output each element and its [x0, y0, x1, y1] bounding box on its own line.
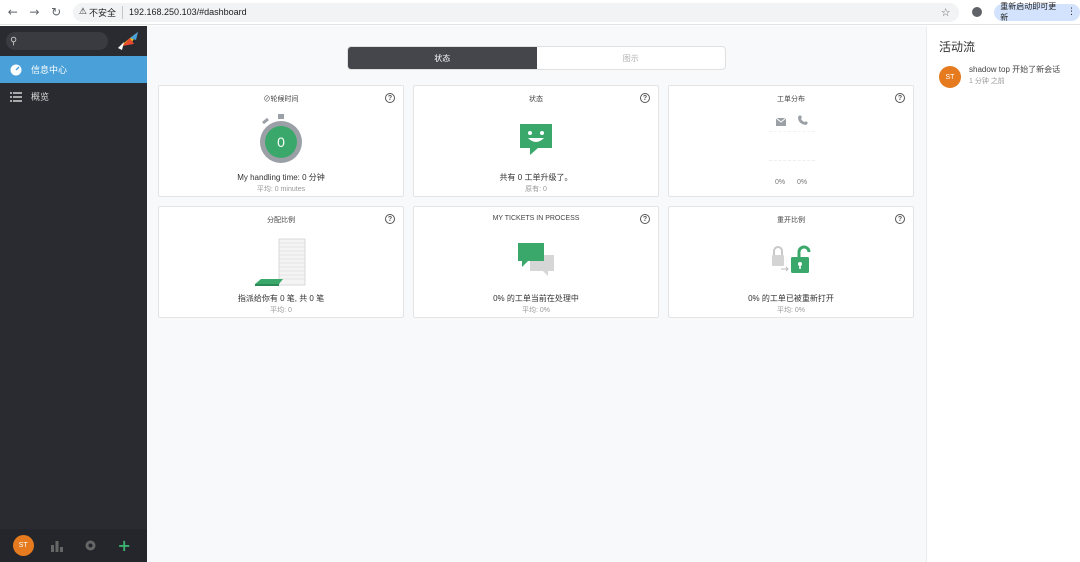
zammad-logo-icon[interactable]	[116, 30, 140, 52]
sidebar-item-overview[interactable]: 概览	[0, 83, 147, 110]
reports-icon[interactable]	[47, 536, 67, 556]
phone-percent: 0%	[797, 179, 808, 186]
help-icon[interactable]: ?	[385, 214, 395, 224]
relaunch-update-button[interactable]: 重新启动即可更新 ⋮	[994, 2, 1080, 22]
activity-text: shadow top 开始了新会话	[969, 65, 1061, 74]
gear-icon[interactable]	[81, 536, 101, 556]
card-title: 重开比例	[777, 217, 805, 224]
phone-icon	[798, 112, 808, 130]
unlock-icon	[669, 245, 913, 275]
more-menu-icon[interactable]: ⋮	[1067, 7, 1076, 17]
card-status: 状态 ? 共有 0 工单升级了。 原有: 0	[413, 85, 659, 197]
paper-stack-icon	[159, 237, 403, 287]
card-sub-text: 平均: 0	[270, 307, 292, 314]
relaunch-label: 重新启动即可更新	[1000, 2, 1057, 22]
help-icon[interactable]: ?	[895, 214, 905, 224]
card-ticket-distribution: 工单分布 ? 0% 0%	[668, 85, 914, 197]
sidebar-item-label: 概览	[31, 92, 50, 102]
dashboard-icon	[9, 63, 22, 76]
smiley-chat-icon	[414, 122, 658, 156]
list-icon	[9, 90, 22, 103]
address-bar[interactable]: ⚠ 不安全 192.168.250.103/#dashboard ☆	[72, 2, 959, 22]
url-text[interactable]: 192.168.250.103/#dashboard	[129, 7, 247, 17]
card-title: 工单分布	[777, 96, 805, 103]
activity-stream-title: 活动流	[939, 40, 976, 54]
help-icon[interactable]: ?	[895, 93, 905, 103]
tab-status[interactable]: 状态	[348, 47, 537, 69]
gauge-value: 0	[277, 134, 285, 150]
list-item[interactable]: ST shadow top 开始了新会话 1 分钟 之前	[939, 64, 1060, 88]
help-icon[interactable]: ?	[385, 93, 395, 103]
card-assignment-ratio: 分配比例 ? 指派给你有 0 笔, 共 0 笔 平均: 0	[158, 206, 404, 318]
forward-icon[interactable]: →	[24, 1, 46, 23]
browser-toolbar: ← → ↻ ⚠ 不安全 192.168.250.103/#dashboard ☆…	[0, 0, 1080, 25]
sidebar-item-dashboard[interactable]: 信息中心	[0, 56, 147, 83]
tab-chart[interactable]: 图示	[537, 47, 726, 69]
security-indicator[interactable]: ⚠ 不安全	[78, 5, 124, 19]
security-label: 不安全	[89, 7, 117, 18]
card-sub-text: 原有: 0	[525, 186, 547, 193]
card-reopen-ratio: 重开比例 ? 0% 的工单已被重新打开 平均: 0%	[668, 206, 914, 318]
card-sub-text: 平均: 0 minutes	[256, 186, 306, 193]
sidebar-footer: ST +	[0, 529, 147, 562]
help-icon[interactable]: ?	[640, 214, 650, 224]
card-title: 状态	[529, 96, 543, 103]
card-sub-text: 平均: 0%	[776, 307, 805, 314]
email-icon	[775, 113, 787, 131]
bookmark-star-icon[interactable]: ☆	[941, 6, 951, 19]
dashboard-tabs: 状态 图示	[347, 46, 726, 70]
dashboard-main: 状态 图示 ⊘轮候时间 ? 0 My handling time: 0 分钟 平…	[147, 26, 926, 562]
card-sub-text: 平均: 0%	[521, 307, 550, 314]
add-new-icon[interactable]: +	[114, 536, 134, 556]
card-my-tickets-in-process: MY TICKETS IN PROCESS ? 0% 的工单当前在处理中 平均:…	[413, 206, 659, 318]
search-icon: ⚲	[10, 35, 18, 47]
stopwatch-icon: 0	[159, 114, 403, 164]
activity-stream-panel: 活动流 ST shadow top 开始了新会话 1 分钟 之前	[926, 26, 1080, 562]
search-input[interactable]: ⚲	[6, 32, 108, 50]
card-waiting-time: ⊘轮候时间 ? 0 My handling time: 0 分钟 平均: 0 m…	[158, 85, 404, 197]
sidebar: ⚲ 信息中心 概览 ST +	[0, 26, 147, 562]
card-main-text: 0% 的工单当前在处理中	[493, 294, 579, 303]
avatar[interactable]: ST	[939, 66, 961, 88]
chat-bubbles-icon	[414, 241, 658, 277]
profile-icon[interactable]	[967, 1, 989, 23]
card-title: 分配比例	[267, 217, 295, 224]
card-main-text: 指派给你有 0 笔, 共 0 笔	[237, 294, 325, 303]
avatar[interactable]: ST	[12, 535, 34, 556]
card-main-text: 共有 0 工单升级了。	[499, 173, 573, 182]
back-icon[interactable]: ←	[2, 1, 24, 23]
warning-icon: ⚠	[78, 7, 87, 17]
sidebar-item-label: 信息中心	[31, 65, 68, 75]
card-main-text: My handling time: 0 分钟	[237, 173, 325, 182]
card-main-text: 0% 的工单已被重新打开	[748, 294, 834, 303]
email-percent: 0%	[775, 179, 786, 186]
distribution-chart-area	[769, 131, 815, 161]
card-title: ⊘轮候时间	[263, 96, 299, 103]
card-title: MY TICKETS IN PROCESS	[492, 215, 580, 222]
activity-time: 1 分钟 之前	[969, 78, 1005, 85]
help-icon[interactable]: ?	[640, 93, 650, 103]
reload-icon[interactable]: ↻	[45, 1, 67, 23]
